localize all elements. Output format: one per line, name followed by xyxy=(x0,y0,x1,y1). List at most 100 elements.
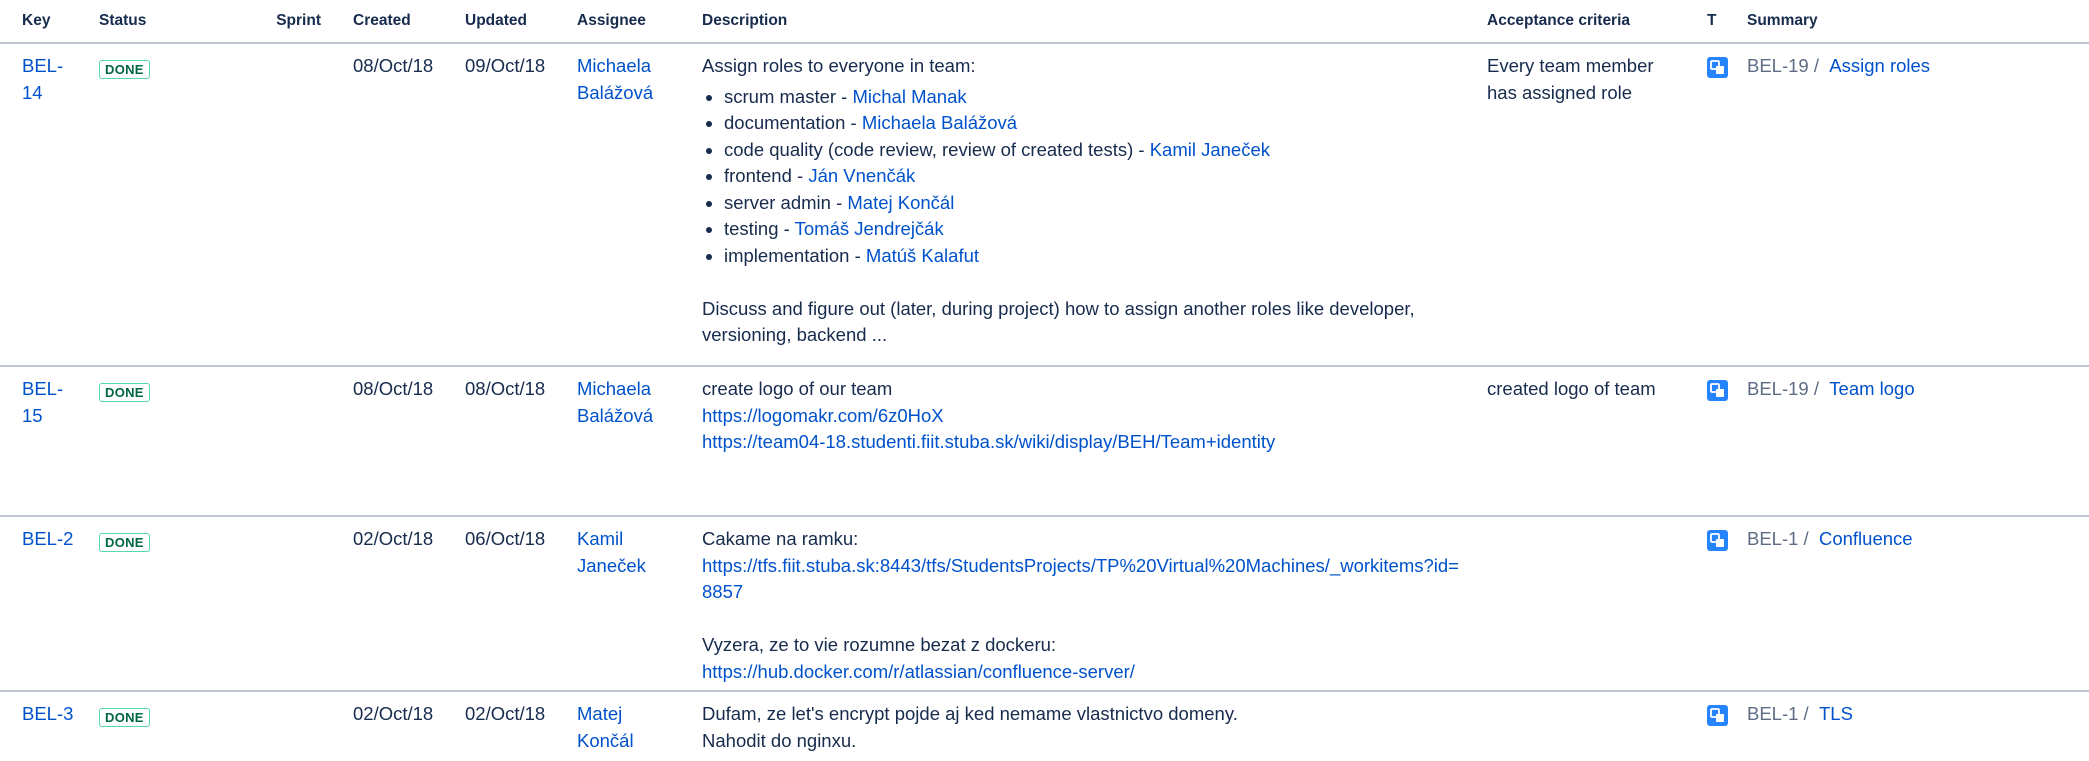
updated-cell: 06/Oct/18 xyxy=(455,516,567,692)
user-mention-link[interactable]: Kamil Janeček xyxy=(1150,139,1270,160)
status-badge: DONE xyxy=(99,383,150,402)
user-mention-link[interactable]: Matúš Kalafut xyxy=(866,245,979,266)
column-header-key[interactable]: Key xyxy=(0,0,89,44)
type-cell xyxy=(1697,691,1737,761)
status-badge: DONE xyxy=(99,708,150,727)
created-cell: 08/Oct/18 xyxy=(343,43,455,367)
assignee-last-name: Balážová xyxy=(577,404,654,426)
status-badge: DONE xyxy=(99,533,150,552)
description-url-link[interactable]: https://hub.docker.com/r/atlassian/confl… xyxy=(702,661,1135,682)
updated-cell: 09/Oct/18 xyxy=(455,43,567,367)
acceptance-criteria-cell xyxy=(1477,516,1697,692)
column-header-acceptance-criteria[interactable]: Acceptance criteria xyxy=(1477,0,1697,44)
status-cell: DONE xyxy=(89,43,266,367)
assignee-link[interactable]: Kamil Janeček xyxy=(577,528,646,576)
list-item: implementation - Matúš Kalafut xyxy=(724,243,1467,270)
parent-issue-link[interactable]: BEL-1 / xyxy=(1747,528,1809,549)
assignee-first-name: Michaela xyxy=(577,55,652,76)
issue-key-cell: BEL-3 xyxy=(0,691,89,761)
acceptance-criteria-cell: created logo of team xyxy=(1477,366,1697,517)
summary-link[interactable]: Team logo xyxy=(1829,378,1914,399)
sprint-cell xyxy=(266,366,343,517)
issue-key-cell: BEL-2 xyxy=(0,516,89,692)
assignee-first-name: Michaela xyxy=(577,378,652,399)
parent-issue-link[interactable]: BEL-19 / xyxy=(1747,55,1819,76)
column-header-updated[interactable]: Updated xyxy=(455,0,567,44)
subtask-icon[interactable] xyxy=(1707,57,1728,78)
column-header-status[interactable]: Status xyxy=(89,0,266,44)
description-line: Dufam, ze let's encrypt pojde aj ked nem… xyxy=(702,703,1238,724)
description-intro: Assign roles to everyone in team: xyxy=(702,55,976,76)
issue-key-link[interactable]: BEL-3 xyxy=(22,703,73,724)
role-label: code quality (code review, review of cre… xyxy=(724,138,1150,160)
table-row: BEL-15 DONE 08/Oct/18 08/Oct/18 Michaela… xyxy=(0,366,2089,517)
assignee-cell: Matej Končál xyxy=(567,691,692,761)
status-cell: DONE xyxy=(89,366,266,517)
sprint-cell xyxy=(266,43,343,367)
assignee-first-name: Kamil xyxy=(577,528,624,549)
column-header-type[interactable]: T xyxy=(1697,0,1737,44)
updated-cell: 02/Oct/18 xyxy=(465,703,546,724)
summary-cell: BEL-19 / Team logo xyxy=(1737,366,2089,517)
subtask-icon[interactable] xyxy=(1707,530,1728,551)
user-mention-link[interactable]: Michaela Balážová xyxy=(862,112,1017,133)
assignee-link[interactable]: Michaela Balážová xyxy=(577,55,653,103)
description-url-link[interactable]: https://logomakr.com/6z0HoX xyxy=(702,405,944,426)
role-label: testing - xyxy=(724,218,795,239)
summary-cell: BEL-1 / TLS xyxy=(1737,691,2089,761)
acceptance-criteria-cell xyxy=(1477,691,1697,761)
summary-link[interactable]: Assign roles xyxy=(1829,55,1930,76)
list-item: scrum master - Michal Manak xyxy=(724,84,1467,111)
description-cell: Assign roles to everyone in team: scrum … xyxy=(692,43,1477,367)
user-mention-link[interactable]: Michal Manak xyxy=(852,86,966,107)
list-item: server admin - Matej Končál xyxy=(724,190,1467,217)
assignee-last-name: Janeček xyxy=(577,554,646,576)
issue-key-cell: BEL-15 xyxy=(0,366,89,517)
description-url-link[interactable]: https://tfs.fiit.stuba.sk:8443/tfs/Stude… xyxy=(702,555,1459,603)
type-cell xyxy=(1697,516,1737,692)
type-cell xyxy=(1697,43,1737,367)
description-cell: Cakame na ramku: https://tfs.fiit.stuba.… xyxy=(692,516,1477,692)
description-url-link[interactable]: https://team04-18.studenti.fiit.stuba.sk… xyxy=(702,431,1275,452)
subtask-icon[interactable] xyxy=(1707,705,1728,726)
table-row: BEL-14 DONE 08/Oct/18 09/Oct/18 Michaela… xyxy=(0,43,2089,367)
column-header-created[interactable]: Created xyxy=(343,0,455,44)
parent-issue-link[interactable]: BEL-1 / xyxy=(1747,703,1809,724)
created-cell: 08/Oct/18 xyxy=(343,366,455,517)
assignee-cell: Michaela Balážová xyxy=(567,43,692,367)
role-label: frontend - xyxy=(724,165,809,186)
list-item: code quality (code review, review of cre… xyxy=(724,137,1467,164)
table-row: BEL-3 DONE 02/Oct/18 02/Oct/18 Matej Konč… xyxy=(0,691,2089,761)
column-header-description[interactable]: Description xyxy=(692,0,1477,44)
description-cell: create logo of our team https://logomakr… xyxy=(692,366,1477,517)
summary-cell: BEL-19 / Assign roles xyxy=(1737,43,2089,367)
list-item: documentation - Michaela Balážová xyxy=(724,110,1467,137)
summary-link[interactable]: Confluence xyxy=(1819,528,1913,549)
table-header-row: Key Status Sprint Created Updated Assign… xyxy=(0,0,2089,44)
column-header-sprint[interactable]: Sprint xyxy=(266,0,343,44)
column-header-summary[interactable]: Summary xyxy=(1737,0,2089,44)
parent-issue-link[interactable]: BEL-19 / xyxy=(1747,378,1819,399)
description-outro: Discuss and figure out (later, during pr… xyxy=(702,297,1415,346)
assignee-first-name: Matej xyxy=(577,703,623,724)
issue-key-link[interactable]: BEL-14 xyxy=(22,55,63,103)
role-label: server admin - xyxy=(724,191,848,213)
summary-link[interactable]: TLS xyxy=(1819,703,1853,724)
column-header-assignee[interactable]: Assignee xyxy=(567,0,692,44)
assignee-last-name: Končál xyxy=(577,729,634,751)
assignee-link[interactable]: Michaela Balážová xyxy=(577,378,653,426)
user-mention-link[interactable]: Matej Končál xyxy=(847,192,954,213)
status-badge: DONE xyxy=(99,60,150,79)
list-item: testing - Tomáš Jendrejčák xyxy=(724,216,1467,243)
description-line: Nahodit do nginxu. xyxy=(702,729,857,751)
assignee-link[interactable]: Matej Končál xyxy=(577,703,634,751)
type-cell xyxy=(1697,366,1737,517)
description-cell: Dufam, ze let's encrypt pojde aj ked nem… xyxy=(692,691,1477,761)
user-mention-link[interactable]: Ján Vnenčák xyxy=(808,165,915,186)
issue-key-link[interactable]: BEL-15 xyxy=(22,378,63,426)
updated-cell: 08/Oct/18 xyxy=(455,366,567,517)
user-mention-link[interactable]: Tomáš Jendrejčák xyxy=(795,218,944,239)
issue-key-link[interactable]: BEL-2 xyxy=(22,528,73,549)
subtask-icon[interactable] xyxy=(1707,380,1728,401)
